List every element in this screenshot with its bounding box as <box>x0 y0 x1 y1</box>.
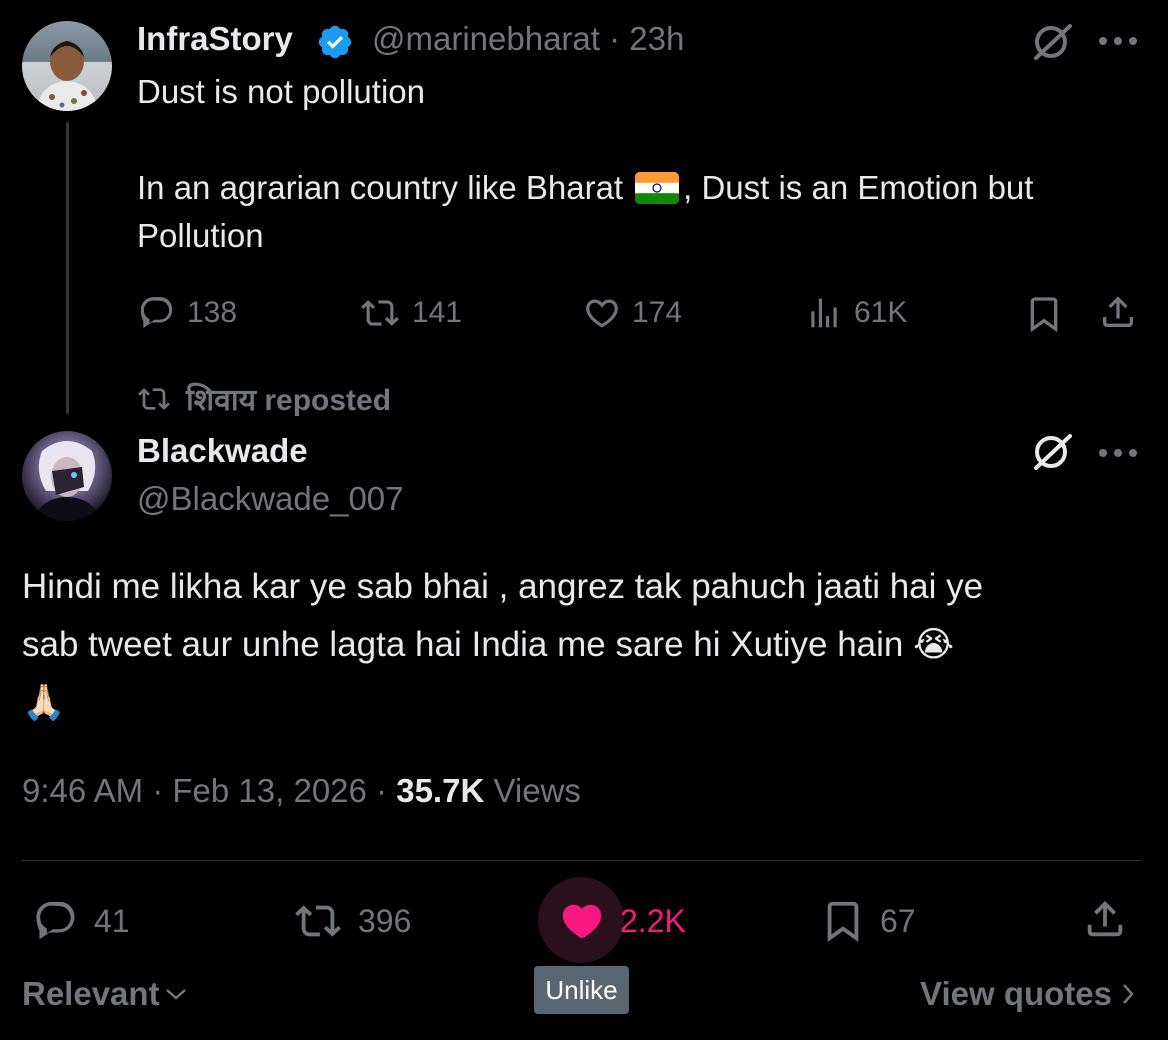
reply-sort-dropdown[interactable]: Relevant <box>22 975 188 1013</box>
bookmark-count: 67 <box>880 902 916 939</box>
heart-outline-icon <box>586 299 618 328</box>
reply-count: 41 <box>94 902 130 939</box>
reply-icon <box>36 901 75 940</box>
avatar-blackwade[interactable] <box>22 431 112 521</box>
quoted-repost-count: 141 <box>412 296 463 329</box>
views-count: 35.7K <box>396 772 485 809</box>
grok-icon[interactable] <box>1030 432 1076 472</box>
divider <box>22 860 1141 861</box>
quoted-tweet-text-line2: In an agrarian country like Bharat , Dus… <box>137 164 1033 211</box>
repost-icon <box>361 300 399 326</box>
repost-banner-text: शिवाय reposted <box>186 384 392 417</box>
repost-banner[interactable]: शिवाय reposted <box>136 378 391 419</box>
tweet-meta: 9:46 AM · Feb 13, 2026 · 35.7K Views <box>22 772 581 810</box>
repost-count: 396 <box>358 902 412 939</box>
reply-icon <box>140 297 173 329</box>
quoted-like-count: 174 <box>632 296 683 329</box>
quoted-reply-button[interactable]: 138 <box>137 294 237 332</box>
repost-icon <box>295 905 341 937</box>
view-quotes-label: View quotes <box>920 975 1112 1012</box>
analytics-icon <box>811 298 837 328</box>
bookmark-icon[interactable] <box>1024 294 1064 334</box>
more-options-icon[interactable] <box>1098 448 1138 458</box>
reply-sort-label: Relevant <box>22 975 160 1012</box>
bookmark-button[interactable]: 67 <box>820 898 916 944</box>
author-name[interactable]: InfraStory <box>137 20 293 58</box>
unlike-tooltip: Unlike <box>534 966 629 1014</box>
repost-icon <box>138 387 170 410</box>
like-button[interactable]: 2.2K <box>558 898 686 944</box>
chevron-right-icon <box>1123 984 1134 1004</box>
thread-connector-line <box>66 122 69 414</box>
main-tweet-text-line2: sab tweet aur unhe lagta hai India me sa… <box>22 625 955 664</box>
view-quotes-link[interactable]: View quotes <box>920 975 1136 1013</box>
quoted-views-count: 61K <box>854 296 908 329</box>
share-icon[interactable] <box>1082 896 1128 942</box>
avatar-infrastory[interactable] <box>22 21 112 111</box>
india-flag-icon <box>635 171 680 204</box>
tweet-detail-page: InfraStory @marinebharat · 23h Dust is n… <box>0 0 1168 1040</box>
reply-button[interactable]: 41 <box>32 898 130 944</box>
verified-badge-icon[interactable] <box>316 23 354 61</box>
quoted-tweet-text-line2-after: , Dust is an Emotion but <box>683 169 1034 206</box>
quoted-like-button[interactable]: 174 <box>582 294 682 332</box>
author-name[interactable]: Blackwade <box>137 432 308 470</box>
quoted-tweet-text-line3: Pollution <box>137 217 264 254</box>
share-icon[interactable] <box>1098 292 1138 332</box>
views-label: Views <box>484 772 581 809</box>
more-options-icon[interactable] <box>1098 36 1138 46</box>
quoted-repost-button[interactable]: 141 <box>358 294 462 332</box>
repost-button[interactable]: 396 <box>292 898 411 944</box>
main-tweet-text-line1: Hindi me likha kar ye sab bhai , angrez … <box>22 567 984 606</box>
bookmark-icon <box>827 901 859 942</box>
quoted-views-button[interactable]: 61K <box>804 294 907 332</box>
like-count: 2.2K <box>620 902 686 939</box>
main-tweet-text-line3: 🙏🏻 <box>22 683 66 723</box>
quoted-tweet-text-line1: Dust is not pollution <box>137 73 425 110</box>
tweet-timestamp[interactable]: 9:46 AM · Feb 13, 2026 · <box>22 772 396 809</box>
chevron-down-icon <box>165 989 186 1000</box>
heart-filled-icon <box>562 904 602 939</box>
author-handle[interactable]: @Blackwade_007 <box>137 480 404 518</box>
quoted-reply-count: 138 <box>187 296 238 329</box>
grok-icon[interactable] <box>1030 22 1076 62</box>
quoted-tweet-text-line2-before: In an agrarian country like Bharat <box>137 169 624 206</box>
author-handle-time[interactable]: @marinebharat · 23h <box>372 20 684 58</box>
